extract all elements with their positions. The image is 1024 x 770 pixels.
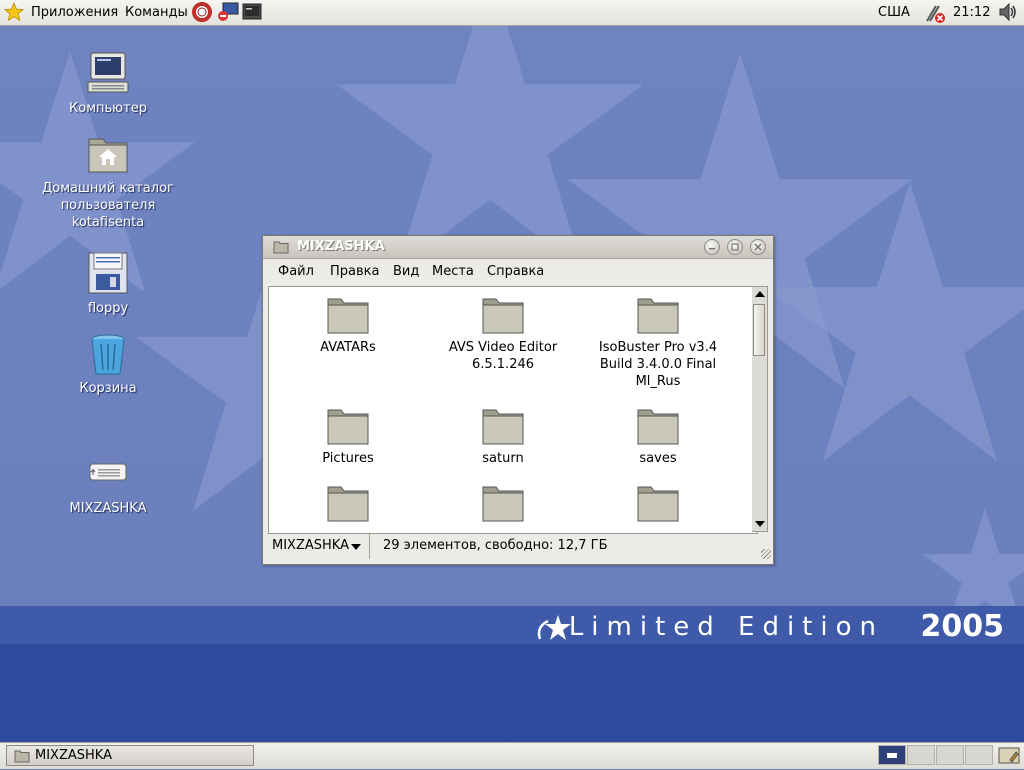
- desktop-icon-mixzashka[interactable]: MIXZASHKA: [33, 450, 183, 517]
- folder-icon: [326, 406, 370, 446]
- folder-label: AVS Video Editor 6.5.1.246: [448, 340, 558, 372]
- desktop-icon-computer[interactable]: Компьютер: [33, 50, 183, 117]
- folder-icon: [481, 295, 525, 335]
- brand-year: 2005: [920, 609, 1005, 644]
- folder-item[interactable]: AVS Video Editor 6.5.1.246: [428, 295, 578, 373]
- maximize-icon: [731, 243, 739, 251]
- menu-view[interactable]: Вид: [393, 259, 419, 285]
- location-value: MIXZASHKA: [272, 538, 349, 553]
- close-icon: [754, 243, 762, 251]
- applications-menu[interactable]: Приложения: [31, 0, 118, 25]
- folder-label: AVATARs: [320, 340, 376, 355]
- star-menu-icon[interactable]: [3, 1, 25, 22]
- taskbar-button-mixzashka[interactable]: MIXZASHKA: [6, 745, 254, 766]
- location-dropdown[interactable]: MIXZASHKA: [268, 534, 370, 559]
- scroll-down-arrow-icon[interactable]: [755, 521, 765, 527]
- floppy-icon: [84, 250, 132, 298]
- folder-label: Pictures: [322, 451, 374, 466]
- folder-icon: [481, 406, 525, 446]
- folder-icon: [481, 483, 525, 523]
- workspace-3[interactable]: [936, 745, 964, 765]
- workspace-2[interactable]: [907, 745, 935, 765]
- folder-icon: [636, 483, 680, 523]
- computer-icon: [84, 50, 132, 98]
- desktop-icon-floppy[interactable]: floppy: [33, 250, 183, 317]
- minimize-icon: [709, 248, 715, 250]
- workspace-window-thumbnail: [887, 753, 897, 758]
- folder-icon: [273, 240, 289, 258]
- folder-icon: [326, 483, 370, 523]
- desktop-icon-label: Компьютер: [69, 101, 147, 116]
- brand-banner: Limited Edition 2005: [534, 610, 1004, 644]
- desktop-icon-label: Домашний каталог пользователя kotafisent…: [42, 181, 174, 230]
- show-desktop-icon[interactable]: [998, 746, 1020, 766]
- resize-grip[interactable]: [761, 549, 771, 559]
- menubar: Файл Правка Вид Места Справка: [263, 259, 773, 285]
- folder-icon: [14, 749, 30, 767]
- menu-file[interactable]: Файл: [278, 259, 314, 285]
- folder-label: IsoBuster Pro v3.4 Build 3.4.0.0 Final M…: [598, 340, 718, 389]
- workspace-4[interactable]: [965, 745, 993, 765]
- scroll-up-arrow-icon[interactable]: [755, 291, 765, 297]
- network-disconnected-icon[interactable]: [924, 2, 945, 23]
- menu-edit[interactable]: Правка: [330, 259, 379, 285]
- folder-item[interactable]: [583, 483, 733, 527]
- dropdown-arrow-icon: [351, 544, 361, 550]
- taskbar-button-label: MIXZASHKA: [35, 748, 112, 763]
- desktop-icon-trash[interactable]: Корзина: [33, 330, 183, 397]
- banner-band: [0, 644, 1024, 742]
- close-button[interactable]: [750, 239, 766, 255]
- folder-item[interactable]: AVATARs: [273, 295, 423, 356]
- desktop-icon-label: MIXZASHKA: [69, 501, 147, 516]
- menu-places[interactable]: Места: [432, 259, 474, 285]
- desktop-icon-home[interactable]: Домашний каталог пользователя kotafisent…: [33, 130, 183, 231]
- window-titlebar[interactable]: MIXZASHKA: [263, 236, 773, 259]
- folder-item[interactable]: IsoBuster Pro v3.4 Build 3.4.0.0 Final M…: [583, 295, 733, 390]
- folder-icon: [636, 406, 680, 446]
- minimize-button[interactable]: [704, 239, 720, 255]
- folder-icon: [326, 295, 370, 335]
- file-icon-view[interactable]: AVATARs AVS Video Editor 6.5.1.246 IsoBu…: [268, 286, 758, 534]
- folder-label: saturn: [482, 451, 524, 466]
- brand-text: Limited Edition: [568, 612, 884, 642]
- menu-help[interactable]: Справка: [487, 259, 544, 285]
- top-panel: Приложения Команды США 21:12: [0, 0, 1024, 26]
- scrollbar-thumb[interactable]: [753, 304, 765, 356]
- folder-item[interactable]: [428, 483, 578, 527]
- volume-icon[interactable]: [998, 2, 1018, 22]
- folder-item[interactable]: saturn: [428, 406, 578, 467]
- file-manager-window[interactable]: MIXZASHKA Файл Правка Вид Места Справка …: [262, 235, 774, 565]
- desktop-icon-label: Корзина: [79, 381, 137, 396]
- maximize-button[interactable]: [727, 239, 743, 255]
- status-text: 29 элементов, свободно: 12,7 ГБ: [383, 538, 608, 553]
- window-title: MIXZASHKA: [297, 239, 385, 254]
- terminal-icon[interactable]: [242, 2, 262, 22]
- folder-icon: [636, 295, 680, 335]
- background-star: [766, 182, 1024, 461]
- actions-menu[interactable]: Команды: [125, 0, 188, 25]
- folder-item[interactable]: saves: [583, 406, 733, 467]
- trash-icon: [84, 330, 132, 378]
- clock[interactable]: 21:12: [953, 0, 990, 25]
- statusbar: MIXZASHKA 29 элементов, свободно: 12,7 Г…: [263, 534, 773, 562]
- keyboard-layout-indicator[interactable]: США: [878, 0, 910, 25]
- folder-item[interactable]: [273, 483, 423, 527]
- workspace-1[interactable]: [878, 745, 906, 765]
- bottom-panel: MIXZASHKA: [0, 742, 1024, 769]
- folder-item[interactable]: Pictures: [273, 406, 423, 467]
- vertical-scrollbar[interactable]: [752, 286, 768, 532]
- help-lifebuoy-icon[interactable]: [192, 2, 212, 22]
- desktop-icon-label: floppy: [87, 301, 129, 316]
- network-terminal-icon[interactable]: [217, 2, 239, 22]
- home-folder-icon: [84, 130, 132, 178]
- folder-label: saves: [639, 451, 677, 466]
- usb-drive-icon: [84, 450, 132, 498]
